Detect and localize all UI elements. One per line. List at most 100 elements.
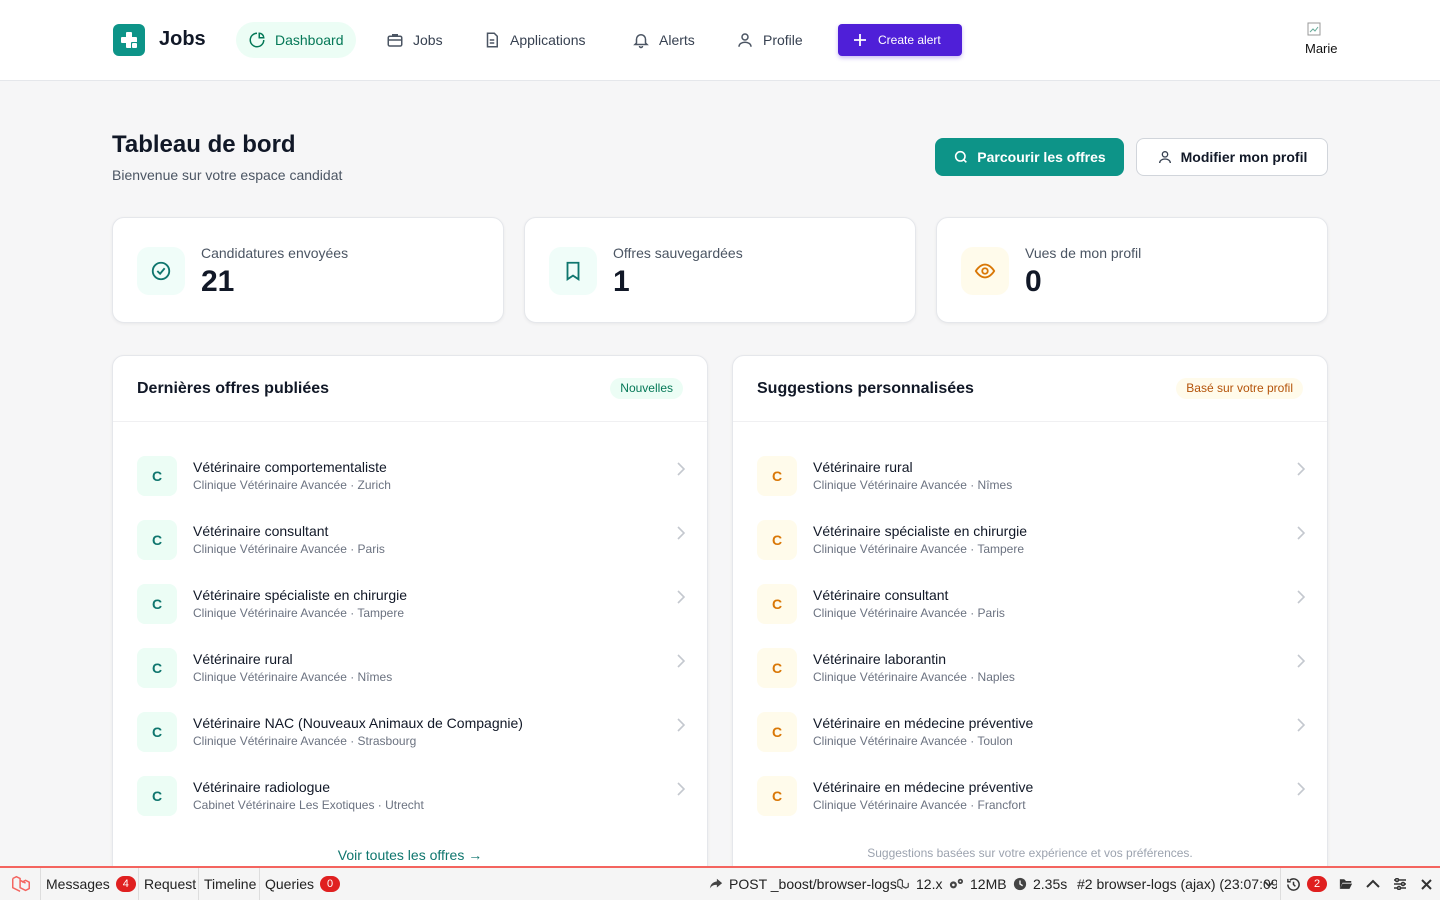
debug-tab-timeline[interactable]: Timeline <box>204 868 256 900</box>
job-subtitle: Clinique Vétérinaire Avancée · Naples <box>813 670 1015 684</box>
chevron-up-icon[interactable] <box>1366 868 1380 900</box>
history-button[interactable]: 2 <box>1286 868 1327 900</box>
panel-header: Dernières offres publiées Nouvelles <box>113 356 707 422</box>
top-navbar: Jobs Dashboard Jobs Applications Alerts … <box>0 0 1440 81</box>
debug-tab-queries[interactable]: Queries 0 <box>265 868 341 900</box>
nav-item-profile[interactable]: Profile <box>724 22 815 58</box>
nav-item-label: Applications <box>510 32 586 48</box>
view-all-jobs-link[interactable]: Voir toutes les offres → <box>113 847 707 863</box>
nav-item-jobs[interactable]: Jobs <box>374 22 455 58</box>
job-title: Vétérinaire rural <box>193 651 293 667</box>
eye-icon <box>961 247 1009 295</box>
company-initial: C <box>757 712 797 752</box>
company-initial: C <box>137 456 177 496</box>
chevron-right-icon <box>1297 526 1305 540</box>
job-subtitle: Clinique Vétérinaire Avancée · Strasbour… <box>193 734 417 748</box>
user-icon <box>1158 151 1171 164</box>
close-icon[interactable] <box>1421 868 1432 900</box>
new-badge: Nouvelles <box>610 378 683 399</box>
job-subtitle: Clinique Vétérinaire Avancée · Tampere <box>193 606 405 620</box>
search-icon <box>955 150 968 163</box>
memory-usage: 12MB <box>948 868 1007 900</box>
create-alert-button[interactable]: Create alert <box>838 24 962 56</box>
job-subtitle: Clinique Vétérinaire Avancée · Paris <box>813 606 1005 620</box>
plus-icon <box>854 34 866 46</box>
laravel-icon <box>897 878 909 890</box>
avatar-alt-text: Marie <box>1305 41 1338 56</box>
stat-label: Candidatures envoyées <box>201 245 349 261</box>
panel-title: Suggestions personnalisées <box>757 380 974 397</box>
avatar[interactable]: Marie <box>1305 22 1343 60</box>
settings-sliders-icon[interactable] <box>1393 868 1407 900</box>
job-title: Vétérinaire spécialiste en chirurgie <box>193 587 407 603</box>
company-initial: C <box>757 584 797 624</box>
list-item[interactable]: C Vétérinaire rural Clinique Vétérinaire A… <box>137 648 685 712</box>
nav-item-dashboard[interactable]: Dashboard <box>236 22 356 58</box>
job-subtitle: Clinique Vétérinaire Avancée · Zurich <box>193 478 391 492</box>
queries-count-badge: 0 <box>320 876 341 892</box>
debug-tab-request[interactable]: Request <box>144 868 196 900</box>
stat-card-saved: Offres sauvegardées 1 <box>524 217 916 323</box>
list-item[interactable]: C Vétérinaire spécialiste en chirurgie Cli… <box>757 520 1305 584</box>
bell-icon <box>633 34 649 49</box>
nav-item-label: Profile <box>763 32 803 48</box>
debug-tab-label: Messages <box>46 876 110 892</box>
page-subtitle: Bienvenue sur votre espace candidat <box>112 167 343 183</box>
stat-label: Offres sauvegardées <box>613 245 743 261</box>
folder-open-icon[interactable] <box>1339 868 1353 900</box>
company-initial: C <box>757 456 797 496</box>
edit-profile-button[interactable]: Modifier mon profil <box>1136 138 1328 176</box>
chevron-right-icon <box>677 590 685 604</box>
document-icon <box>486 32 498 48</box>
job-title: Vétérinaire rural <box>813 459 913 475</box>
list-item[interactable]: C Vétérinaire consultant Clinique Vétérina… <box>757 584 1305 648</box>
stat-value: 21 <box>201 265 235 298</box>
company-initial: C <box>137 648 177 688</box>
suggestions-footnote: Suggestions basées sur votre expérience … <box>867 846 1193 860</box>
job-subtitle: Clinique Vétérinaire Avancée · Toulon <box>813 734 1013 748</box>
job-subtitle: Clinique Vétérinaire Avancée · Tampere <box>813 542 1025 556</box>
nav-item-label: Dashboard <box>275 32 344 48</box>
brand-name[interactable]: Jobs <box>159 28 206 51</box>
list-item[interactable]: C Vétérinaire rural Clinique Vétérinaire A… <box>757 456 1305 520</box>
job-subtitle: Clinique Vétérinaire Avancée · Francfort <box>813 798 1026 812</box>
list-item[interactable]: C Vétérinaire laborantin Clinique Vétérina… <box>757 648 1305 712</box>
chevron-down-icon[interactable] <box>1264 868 1274 900</box>
chevron-right-icon <box>677 526 685 540</box>
logo-icon[interactable] <box>113 24 145 56</box>
laravel-logo-icon[interactable] <box>10 868 32 900</box>
list-item[interactable]: C Vétérinaire NAC (Nouveaux Animaux de Co… <box>137 712 685 776</box>
job-title: Vétérinaire laborantin <box>813 651 947 667</box>
list-item[interactable]: C Vétérinaire radiologue Cabinet Vétérinai… <box>137 776 685 840</box>
company-initial: C <box>757 648 797 688</box>
nav-item-alerts[interactable]: Alerts <box>620 22 707 58</box>
chevron-right-icon <box>1297 462 1305 476</box>
list-item[interactable]: C Vétérinaire comportementaliste Clinique … <box>137 456 685 520</box>
company-initial: C <box>137 776 177 816</box>
history-icon <box>1287 877 1300 891</box>
debug-tab-label: Queries <box>265 876 315 892</box>
job-list: C Vétérinaire comportementaliste Clinique … <box>137 456 685 840</box>
nav-item-applications[interactable]: Applications <box>471 22 598 58</box>
clock-icon <box>1013 877 1027 891</box>
stat-value: 0 <box>1025 265 1042 298</box>
company-initial: C <box>757 520 797 560</box>
browse-jobs-label: Parcourir les offres <box>977 149 1106 165</box>
briefcase-icon <box>387 34 403 47</box>
messages-count-badge: 4 <box>115 876 136 892</box>
latest-jobs-panel: Dernières offres publiées Nouvelles C Vét… <box>112 355 708 885</box>
debug-tab-messages[interactable]: Messages 4 <box>46 868 136 900</box>
list-item[interactable]: C Vétérinaire consultant Clinique Vétérina… <box>137 520 685 584</box>
user-icon <box>738 33 752 47</box>
chevron-right-icon <box>677 462 685 476</box>
job-title: Vétérinaire en médecine préventive <box>813 715 1034 731</box>
request-select[interactable]: #2 browser-logs (ajax) (23:07:09) <box>1077 868 1277 900</box>
list-item[interactable]: C Vétérinaire en médecine préventive Clini… <box>757 712 1305 776</box>
job-title: Vétérinaire consultant <box>193 523 329 539</box>
list-item[interactable]: C Vétérinaire spécialiste en chirurgie Cli… <box>137 584 685 648</box>
list-item[interactable]: C Vétérinaire en médecine préventive Clini… <box>757 776 1305 840</box>
browse-jobs-button[interactable]: Parcourir les offres <box>935 138 1124 176</box>
job-title: Vétérinaire NAC (Nouveaux Animaux de Com… <box>193 715 523 731</box>
framework-version: 12.x <box>896 868 942 900</box>
check-circle-icon <box>137 247 185 295</box>
